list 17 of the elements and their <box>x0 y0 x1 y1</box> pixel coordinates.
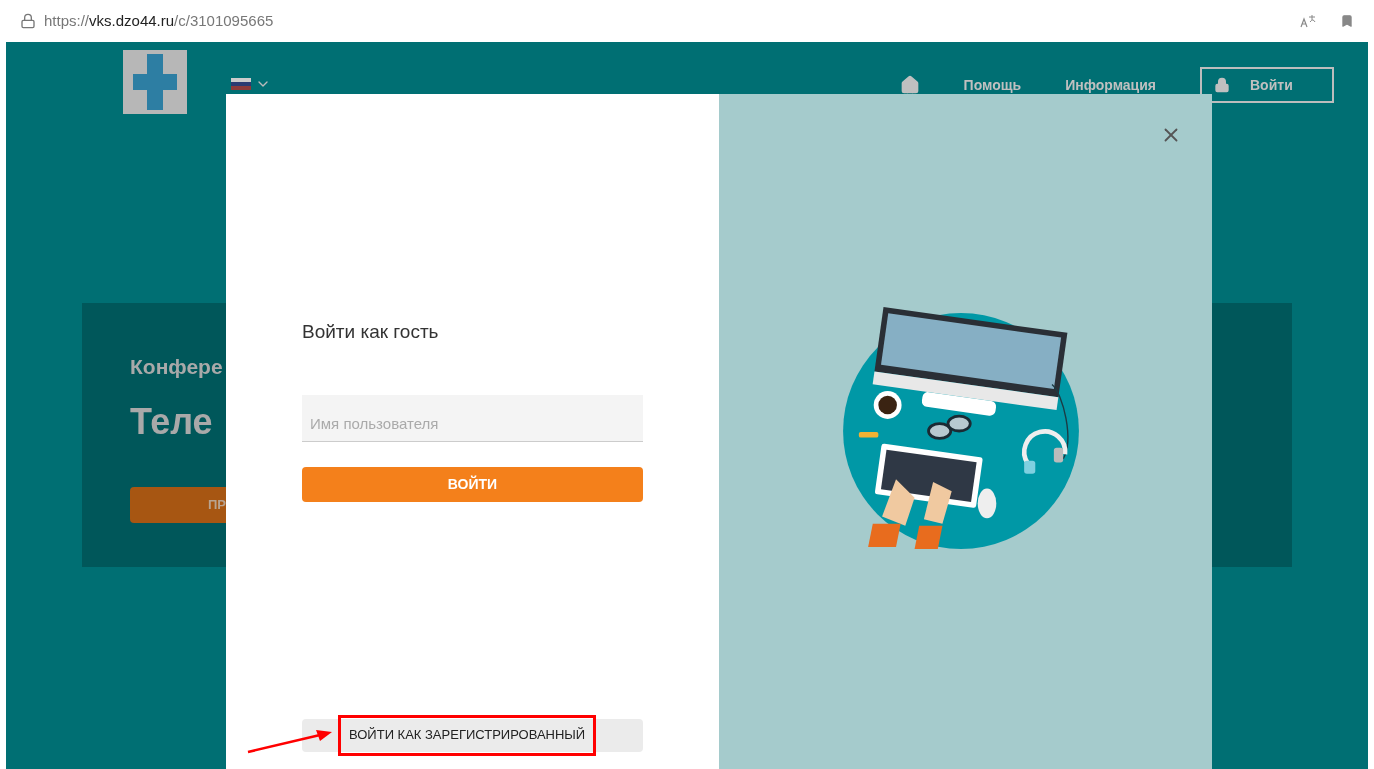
dialog-title: Войти как гость <box>302 320 440 344</box>
username-field[interactable]: Имя пользователя <box>302 394 643 442</box>
home-icon[interactable] <box>899 75 920 95</box>
translate-icon[interactable] <box>1300 14 1316 28</box>
hero-subtitle: Конфере <box>130 354 223 380</box>
login-button[interactable]: ВОЙТИ <box>302 466 643 502</box>
logo-icon <box>123 50 187 114</box>
nav-link[interactable]: Помощь <box>963 74 1022 96</box>
nav-link[interactable]: Информация <box>1065 74 1156 96</box>
hero-title: Теле <box>130 399 213 444</box>
lock-icon <box>1214 77 1230 93</box>
address-url[interactable]: https://vks.dzo44.ru/c/3101095665 <box>44 9 274 33</box>
bookmark-icon[interactable] <box>1340 14 1354 28</box>
login-button[interactable]: Войти <box>1200 67 1334 103</box>
annotation-highlight: ВОЙТИ КАК ЗАРЕГИСТРИРОВАННЫЙ <box>338 714 597 756</box>
flag-icon[interactable] <box>231 78 251 90</box>
lock-icon <box>20 13 36 29</box>
